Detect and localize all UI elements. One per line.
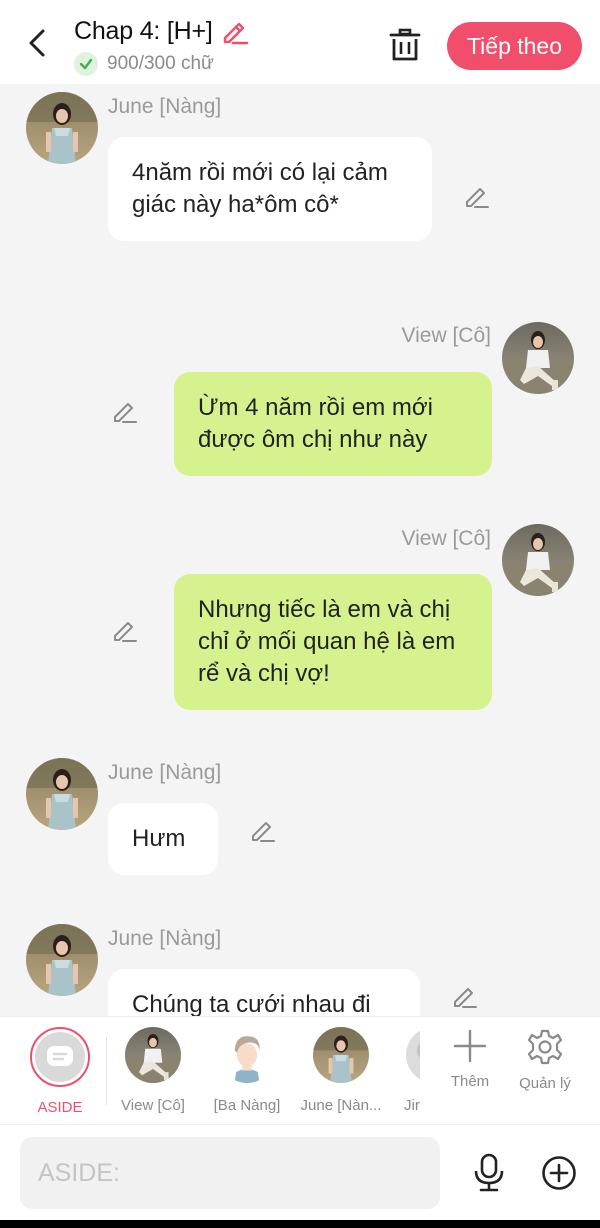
gear-icon [527,1029,563,1065]
microphone-icon [474,1153,504,1192]
word-count-row: 900/300 chữ [74,52,214,76]
ba-nang-avatar [219,1027,275,1083]
edit-message-icon[interactable] [110,397,138,425]
composer [0,1124,600,1220]
character-june[interactable]: June [Nàn... [296,1027,386,1114]
message-bubble[interactable]: Ừm 4 năm rồi em mới được ôm chị như này [174,372,492,476]
june-avatar[interactable] [26,92,98,164]
partial-avatar [406,1027,420,1083]
chapter-title-row: Chap 4: [H+] [74,16,249,46]
june-avatar[interactable] [26,758,98,830]
divider [106,1037,107,1105]
message-bubble[interactable]: Chúng ta cưới nhau đi [108,969,420,1016]
message-bubble[interactable]: 4năm rồi mới có lại cảm giác này ha*ôm c… [108,137,432,241]
sender-name: View [Cô] [401,324,492,347]
edit-message-icon[interactable] [462,182,490,210]
system-nav-strip [0,1220,600,1228]
character-label: June [Nàn... [300,1097,382,1114]
edit-message-icon[interactable] [450,982,478,1010]
view-avatar[interactable] [502,322,574,394]
plus-icon [453,1029,487,1063]
sender-name: June [Nàng] [108,761,222,784]
add-character-button[interactable]: Thêm [435,1029,505,1090]
message-input[interactable] [20,1137,440,1209]
character-bar: ASIDE View [Cô] [Ba Nàng] June [Nàn... J… [0,1016,600,1124]
chat-area[interactable]: June [Nàng] 4năm rồi mới có lại cảm giác… [0,84,600,1016]
message-bubble[interactable]: Nhưng tiếc là em và chị chỉ ở mối quan h… [174,574,492,710]
top-bar: Chap 4: [H+] 900/300 chữ Tiếp theo [0,0,600,84]
voice-button[interactable] [470,1153,508,1193]
trash-icon [389,28,421,61]
view-avatar [125,1027,181,1083]
sender-name: June [Nàng] [108,927,222,950]
manage-label: Quản lý [519,1075,571,1092]
character-ba-nang[interactable]: [Ba Nàng] [202,1027,292,1114]
back-button[interactable] [20,26,54,60]
message-bubble[interactable]: Hưm [108,803,218,875]
aside-ring [30,1027,90,1087]
character-label: Jir [404,1097,420,1114]
character-label: [Ba Nàng] [213,1097,281,1114]
character-view[interactable]: View [Cô] [108,1027,198,1114]
edit-title-icon[interactable] [219,16,249,46]
sender-name: View [Cô] [401,527,492,550]
chevron-left-icon [29,29,45,57]
edit-message-icon[interactable] [248,816,276,844]
check-icon [74,52,98,76]
character-partial[interactable]: Jir [398,1027,420,1114]
character-label: View [Cô] [121,1097,185,1114]
aside-selector[interactable]: ASIDE [30,1027,90,1116]
sender-name: June [Nàng] [108,95,222,118]
manage-button[interactable]: Quản lý [510,1029,580,1092]
delete-button[interactable] [386,26,424,64]
add-label: Thêm [450,1073,490,1090]
word-count: 900/300 chữ [107,53,214,74]
attach-button[interactable] [540,1153,578,1193]
next-button[interactable]: Tiếp theo [447,22,582,70]
june-avatar[interactable] [26,924,98,996]
edit-message-icon[interactable] [110,616,138,644]
aside-label: ASIDE [37,1099,83,1116]
plus-circle-icon [542,1156,576,1190]
view-avatar[interactable] [502,524,574,596]
chat-bubble-icon [35,1032,85,1082]
june-avatar [313,1027,369,1083]
chapter-title: Chap 4: [H+] [74,16,213,45]
